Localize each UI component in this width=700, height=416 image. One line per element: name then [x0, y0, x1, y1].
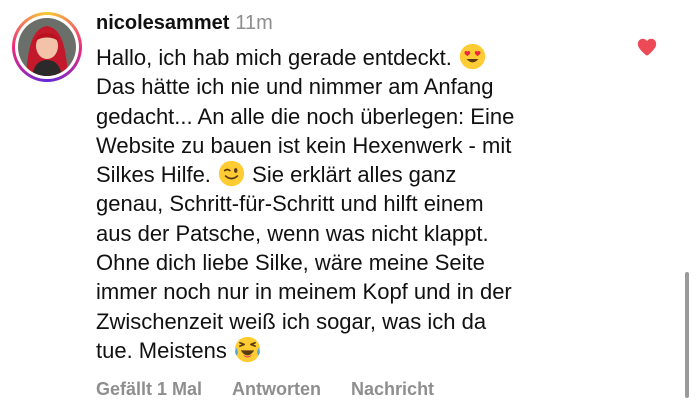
winking-face-emoji [218, 160, 245, 187]
heart-icon[interactable] [636, 36, 658, 58]
comment-line: Silkes Hilfe. Sie erklärt alles ganz [96, 160, 457, 188]
comment-line: aus der Patsche, wenn was nicht klappt. [96, 220, 489, 246]
likes-count-button[interactable]: Gefällt 1 Mal [96, 379, 202, 399]
comment-line: Zwischenzeit weiß ich sogar, was ich da [96, 308, 487, 334]
comment-text: Hallo, ich hab mich gerade entdeckt. Das… [96, 43, 616, 365]
comment-actions: Gefällt 1 Mal Antworten Nachricht [96, 377, 434, 401]
timestamp: 11m [235, 12, 273, 34]
comment-line: genau, Schritt-für-Schritt und hilft ein… [96, 191, 484, 217]
comment-line: Das hätte ich nie und nimmer am Anfang [96, 74, 494, 100]
avatar-story-ring[interactable] [12, 12, 82, 82]
comment-line: Ohne dich liebe Silke, wäre meine Seite [96, 250, 485, 276]
heart-eyes-emoji [459, 43, 486, 70]
comment-line: Hallo, ich hab mich gerade entdeckt. [96, 43, 616, 72]
scrollbar-thumb[interactable] [685, 272, 689, 398]
comment-line: gedacht... An alle die noch überlegen: E… [96, 103, 515, 129]
comment-header: nicolesammet 11m [96, 10, 273, 36]
avatar[interactable] [18, 18, 76, 76]
comment-line: immer noch nur in meinem Kopf und in der [96, 279, 512, 305]
send-message-button[interactable]: Nachricht [351, 379, 434, 399]
reply-button[interactable]: Antworten [232, 379, 321, 399]
comment-line: tue. Meistens [96, 336, 616, 365]
avatar-image [18, 18, 76, 76]
comment-line: Website zu bauen ist kein Hexenwerk - mi… [96, 132, 512, 158]
laughing-tears-emoji [234, 336, 261, 363]
username-link[interactable]: nicolesammet [96, 12, 229, 34]
